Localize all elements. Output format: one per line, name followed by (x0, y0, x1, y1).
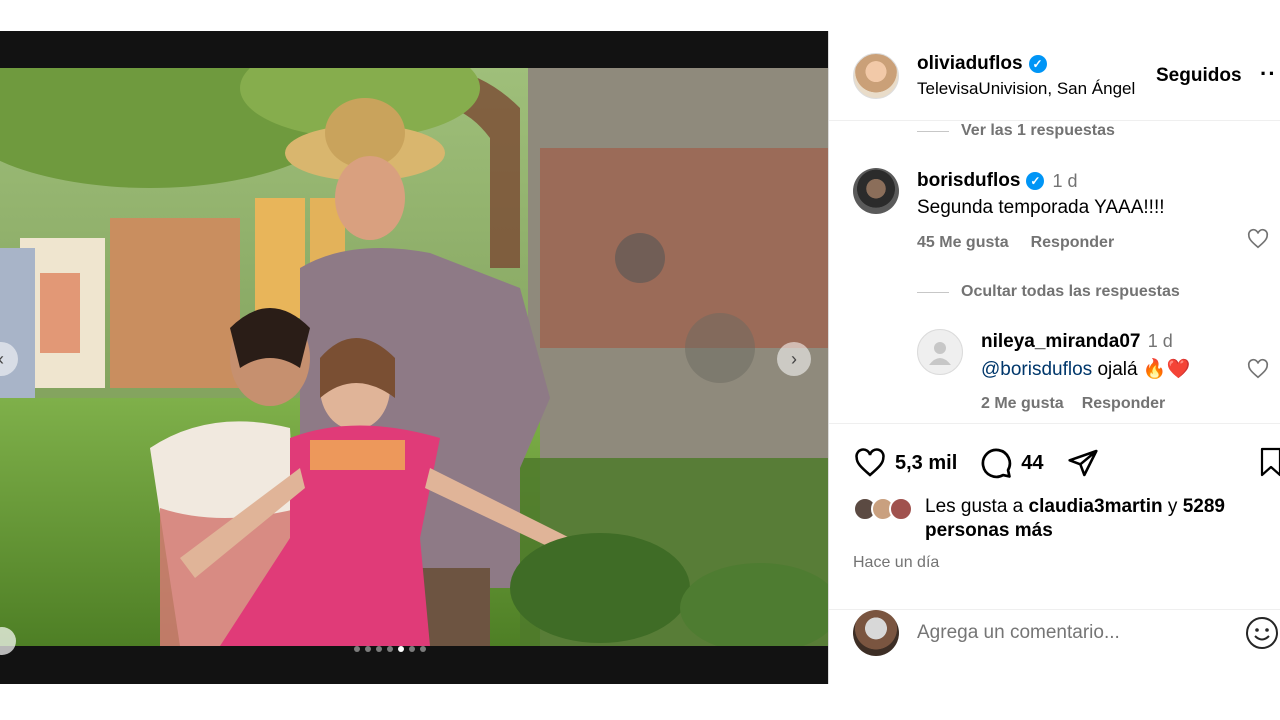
comment-text: Segunda temporada YAAA!!!! (917, 197, 1165, 218)
carousel-dot (376, 646, 382, 652)
replier-username-text[interactable]: nileya_miranda07 (981, 331, 1140, 352)
chevron-right-icon: › (791, 348, 797, 369)
post-modal: ‹ › oliviaduflos ✓ TelevisaUnivision, Sa… (0, 31, 1280, 684)
liked-by-conjunction: y (1162, 496, 1183, 517)
carousel-dot (365, 646, 371, 652)
comment-time[interactable]: 1 d (1052, 171, 1077, 192)
commenter-username[interactable]: borisduflos ✓ 1 d (917, 170, 1077, 192)
like-group: 5,3 mil (853, 447, 957, 479)
emoji-smiley-icon[interactable] (1245, 616, 1279, 650)
hide-replies-label: Ocultar todas las respuestas (961, 283, 1180, 300)
liked-by-text: Les gusta a claudia3martin y 5289 person… (925, 495, 1265, 543)
reply-body: ojalá 🔥❤️ (1092, 359, 1191, 380)
divider-line (917, 291, 949, 293)
post-side-panel: oliviaduflos ✓ TelevisaUnivision, San Án… (828, 31, 1280, 684)
reply-text: @borisduflos ojalá 🔥❤️ (981, 357, 1190, 381)
divider-line (917, 130, 949, 132)
post-photo (0, 68, 828, 646)
replier-avatar[interactable] (917, 329, 963, 375)
action-bar: 5,3 mil 44 (853, 446, 1100, 480)
comment-count: 44 (1021, 451, 1044, 474)
share-paper-plane-icon[interactable] (1066, 447, 1100, 479)
hide-replies-button[interactable]: Ocultar todas las respuestas (917, 283, 1180, 301)
save-bookmark-icon[interactable] (1259, 446, 1280, 478)
verified-badge-icon: ✓ (1026, 172, 1045, 190)
carousel-dot (398, 646, 404, 652)
carousel-dot (354, 646, 360, 652)
liked-by-prefix: Les gusta a (925, 496, 1029, 517)
verified-badge-icon: ✓ (1028, 55, 1047, 73)
reply-reply-button[interactable]: Responder (1082, 395, 1166, 413)
carousel-dot (409, 646, 415, 652)
author-username-text[interactable]: oliviaduflos (917, 53, 1023, 75)
commenter-username-text[interactable]: borisduflos (917, 170, 1020, 192)
comment-group: 44 (979, 446, 1044, 480)
comment-input[interactable] (917, 622, 1237, 644)
post-media: ‹ › (0, 31, 828, 684)
post-date[interactable]: Hace un día (853, 554, 939, 572)
reply-mention-link[interactable]: @borisduflos (981, 359, 1092, 380)
post-header: oliviaduflos ✓ TelevisaUnivision, San Án… (829, 31, 1280, 121)
reply-likes-count[interactable]: 2 Me gusta (981, 395, 1064, 413)
comment-reply-button[interactable]: Responder (1031, 234, 1115, 252)
view-replies-button[interactable]: Ver las 1 respuestas (917, 122, 1115, 140)
comment-meta: 45 Me gusta Responder (917, 234, 1114, 252)
like-reply-heart-icon[interactable] (1247, 358, 1269, 380)
current-user-avatar (853, 610, 899, 656)
view-replies-label: Ver las 1 respuestas (961, 122, 1115, 139)
like-count[interactable]: 5,3 mil (895, 452, 957, 475)
author-username[interactable]: oliviaduflos ✓ (917, 53, 1047, 75)
next-image-button[interactable]: › (777, 342, 811, 376)
more-options-icon[interactable]: ·· (1260, 61, 1277, 87)
add-comment-bar (829, 609, 1280, 684)
liked-by: Les gusta a claudia3martin y 5289 person… (853, 495, 1265, 543)
post-location[interactable]: TelevisaUnivision, San Ángel (917, 79, 1135, 99)
replier-username[interactable]: nileya_miranda07 1 d (981, 331, 1173, 353)
author-avatar[interactable] (853, 53, 899, 99)
carousel-dot (420, 646, 426, 652)
like-comment-heart-icon[interactable] (1247, 228, 1269, 250)
default-user-icon (929, 342, 951, 365)
liker-avatar (889, 497, 913, 521)
carousel-indicator (354, 646, 426, 652)
carousel-dot (387, 646, 393, 652)
comment-likes-count[interactable]: 45 Me gusta (917, 234, 1009, 252)
comment-bubble-icon[interactable] (979, 446, 1013, 480)
liked-by-user-link[interactable]: claudia3martin (1029, 496, 1163, 517)
following-button[interactable]: Seguidos (1156, 65, 1242, 87)
post-actions: 5,3 mil 44 Les gusta a claudia3martin y … (829, 423, 1280, 684)
chevron-left-icon: ‹ (0, 349, 4, 370)
commenter-avatar[interactable] (853, 168, 899, 214)
reply-meta: 2 Me gusta Responder (981, 395, 1165, 413)
reply-time[interactable]: 1 d (1148, 331, 1173, 351)
liked-by-avatars[interactable] (853, 495, 917, 523)
like-heart-icon[interactable] (853, 447, 887, 479)
